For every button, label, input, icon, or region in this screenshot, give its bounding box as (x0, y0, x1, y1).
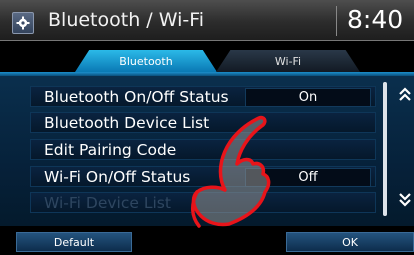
ok-button[interactable]: OK (286, 232, 414, 252)
clock: 8:40 (347, 5, 404, 34)
tab-bluetooth-label: Bluetooth (119, 54, 173, 68)
scrollbar-thumb[interactable] (383, 82, 387, 216)
list-item-label: Bluetooth On/Off Status (44, 88, 229, 106)
header-divider (336, 6, 337, 36)
settings-button[interactable] (12, 12, 34, 34)
list-item-bluetooth-device-list[interactable]: Bluetooth Device List (30, 112, 376, 133)
list-item-label: Edit Pairing Code (44, 141, 177, 159)
tab-bluetooth[interactable]: Bluetooth (75, 50, 217, 72)
list-item-label: Wi-Fi Device List (44, 194, 171, 212)
page-title: Bluetooth / Wi-Fi (48, 9, 205, 31)
list-item-bluetooth-status[interactable]: Bluetooth On/Off Status On (30, 86, 376, 107)
status-value-box: On (245, 88, 371, 107)
list-item-wifi-status[interactable]: Wi-Fi On/Off Status Off (30, 166, 376, 187)
double-chevron-down-icon[interactable] (397, 192, 413, 208)
tab-wifi[interactable]: Wi-Fi (216, 50, 360, 72)
status-value: Off (298, 170, 318, 185)
gear-icon (16, 16, 30, 30)
list-item-label: Bluetooth Device List (44, 114, 210, 132)
list-item-edit-pairing-code[interactable]: Edit Pairing Code (30, 139, 376, 160)
double-chevron-up-icon[interactable] (397, 86, 413, 102)
status-value: On (298, 90, 318, 105)
header-bar: Bluetooth / Wi-Fi 8:40 (0, 0, 414, 41)
default-button-label: Default (53, 235, 95, 249)
default-button[interactable]: Default (16, 232, 132, 252)
list-item-wifi-device-list: Wi-Fi Device List (30, 192, 376, 213)
tab-wifi-label: Wi-Fi (274, 54, 302, 68)
ok-button-label: OK (342, 235, 358, 249)
status-value-box: Off (245, 168, 371, 187)
list-item-label: Wi-Fi On/Off Status (44, 168, 191, 186)
